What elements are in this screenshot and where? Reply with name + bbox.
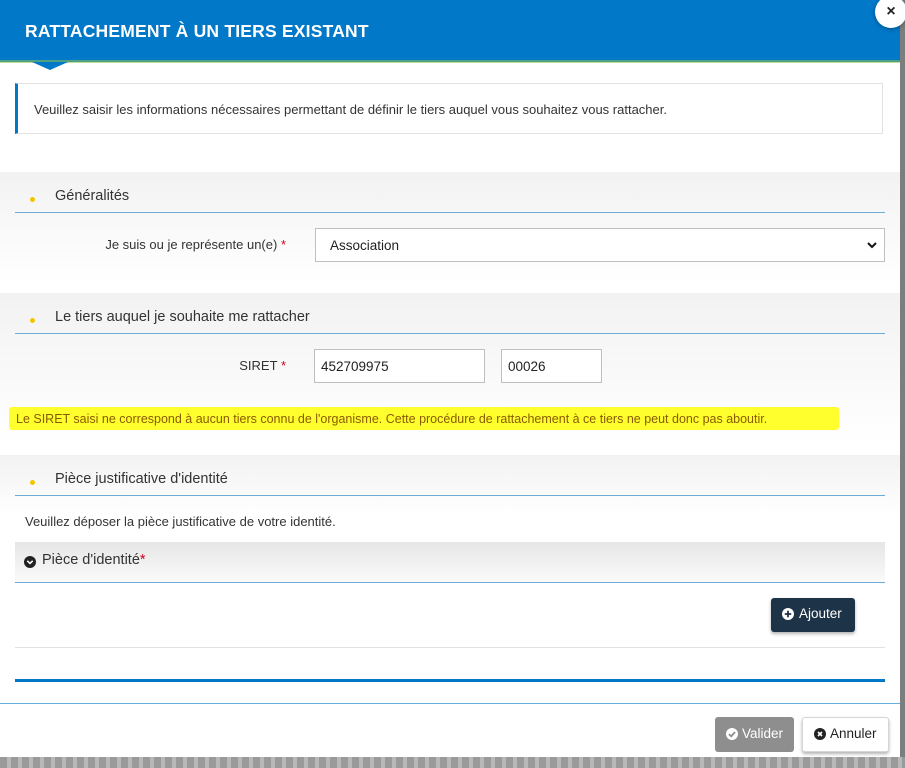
modal-title: RATTACHEMENT À UN TIERS EXISTANT [25,21,369,41]
header-notch-triangle [32,62,68,70]
attach-modal: RATTACHEMENT À UN TIERS EXISTANT Veuille… [0,0,900,757]
piece-panel-title: Pièce d'identité* [42,552,146,568]
check-circle-icon [726,728,738,740]
siret-label-text: SIRET [239,358,278,373]
represent-select-value: Association [330,238,400,253]
piece-panel-body [15,583,885,648]
close-icon: × [886,3,896,20]
section-title-tiers: Le tiers auquel je souhaite me rattacher [55,309,310,325]
required-mark: * [139,552,146,568]
siret-error-text: Le SIRET saisi ne correspond à aucun tie… [16,412,768,426]
validate-button[interactable]: Valider [715,717,794,752]
section-divider [15,495,885,496]
section-generalites [0,172,900,282]
info-box: Veuillez saisir les informations nécessa… [15,83,883,134]
piece-panel-title-text: Pièce d'identité [42,552,140,568]
section-divider [15,333,885,334]
footer-divider [0,703,900,704]
bullet-icon [30,197,35,202]
info-text: Veuillez saisir les informations nécessa… [34,102,667,117]
header-accent-line [0,60,900,63]
cancel-button[interactable]: Annuler [802,717,889,752]
required-mark: * [280,358,286,373]
section-title-piece: Pièce justificative d'identité [55,471,228,487]
validate-label: Valider [742,726,784,741]
page-backdrop [0,757,905,768]
represent-select[interactable]: Association [315,228,885,262]
bullet-icon [30,480,35,485]
chevron-down-icon [867,242,877,249]
modal-header: RATTACHEMENT À UN TIERS EXISTANT [0,0,900,63]
required-mark: * [280,237,286,252]
add-document-button[interactable]: Ajouter [771,598,855,632]
siret-error-highlight: Le SIRET saisi ne correspond à aucun tie… [9,407,839,430]
piece-panel-header[interactable]: Pièce d'identité* [15,542,885,583]
cancel-label: Annuler [830,726,877,741]
siret-label: SIRET * [200,358,286,373]
section-divider [15,212,885,213]
represent-label-text: Je suis ou je représente un(e) [105,237,278,252]
bullet-icon [30,318,35,323]
nic-value: 00026 [508,359,546,374]
nic-input[interactable]: 00026 [501,349,602,383]
chevron-circle-down-icon [24,556,36,568]
times-circle-icon [814,728,826,740]
siren-value: 452709975 [321,359,389,374]
piece-help-text: Veuillez déposer la pièce justificative … [25,514,336,529]
siren-input[interactable]: 452709975 [314,349,485,383]
represent-label: Je suis ou je représente un(e) * [60,237,286,252]
section-title-generalites: Généralités [55,188,130,204]
plus-circle-icon [782,608,794,620]
close-button[interactable]: × [875,0,905,28]
panel-bottom-border [15,679,885,682]
add-document-label: Ajouter [799,606,842,621]
